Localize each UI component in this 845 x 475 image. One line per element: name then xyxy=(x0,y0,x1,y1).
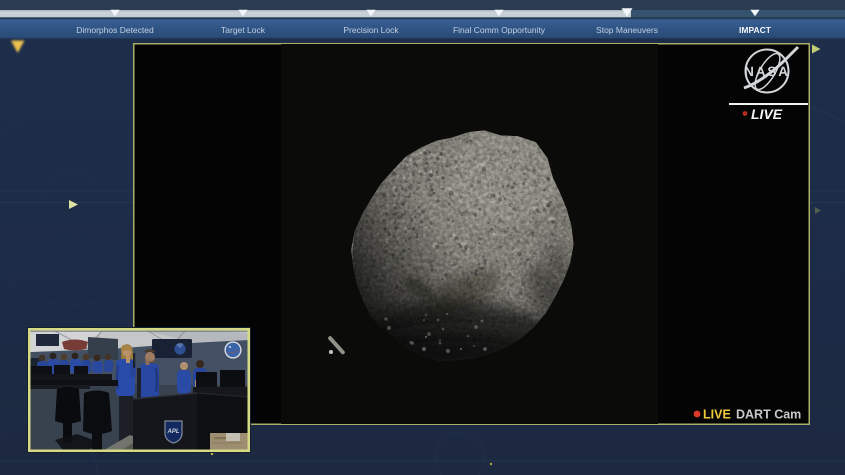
svg-text:NASA: NASA xyxy=(744,64,790,79)
svg-text:Stop Maneuvers: Stop Maneuvers xyxy=(596,25,658,35)
svg-text:LIVE: LIVE xyxy=(751,106,783,122)
svg-text:Precision Lock: Precision Lock xyxy=(343,25,399,35)
svg-text:Target Lock: Target Lock xyxy=(221,25,266,35)
svg-text:LIVE: LIVE xyxy=(703,408,731,422)
svg-text:DART Cam: DART Cam xyxy=(736,408,801,422)
svg-text:Dimorphos Detected: Dimorphos Detected xyxy=(76,25,154,35)
svg-text:Final Comm Opportunity: Final Comm Opportunity xyxy=(453,25,546,35)
svg-text:IMPACT: IMPACT xyxy=(739,25,772,35)
